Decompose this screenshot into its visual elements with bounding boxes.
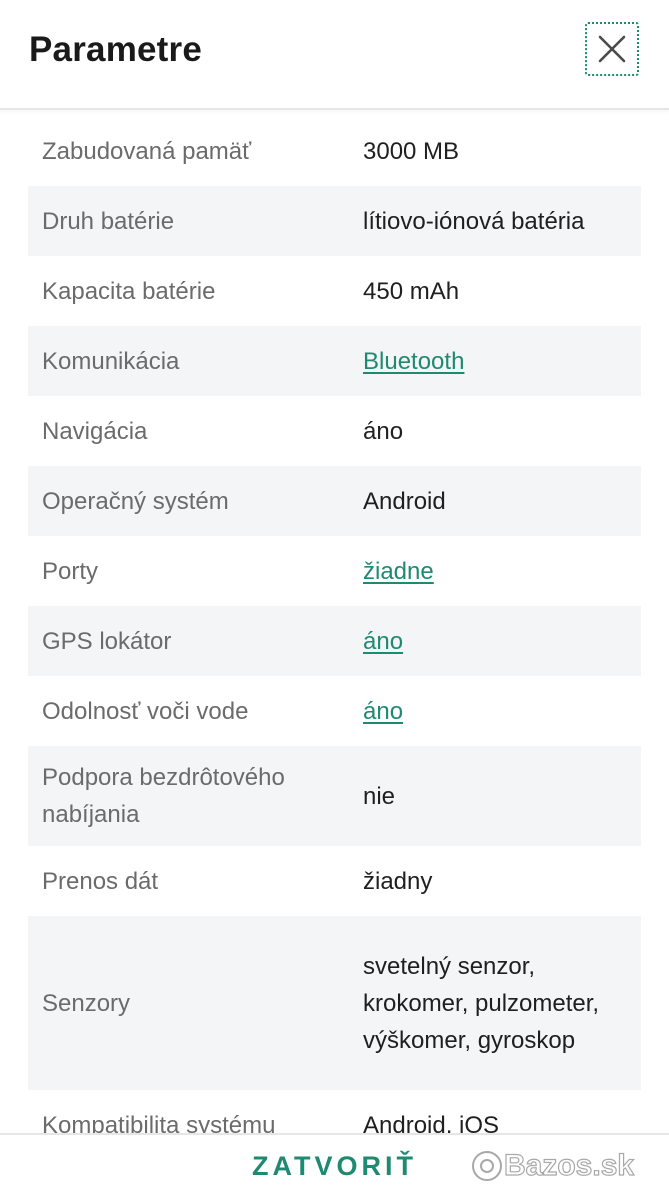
table-row: Navigácia áno [28, 396, 641, 466]
param-label: Kompatibilita systému [42, 1111, 276, 1134]
param-label: Senzory [42, 989, 131, 1017]
param-value: žiadne [348, 553, 641, 590]
param-label: Komunikácia [42, 347, 180, 375]
table-row: Odolnosť voči vode áno [28, 676, 641, 746]
table-row: Druh batérie lítiovo-iónová batéria [28, 186, 641, 256]
param-value: Android, iOS [363, 1111, 500, 1134]
table-row: Prenos dát žiadny [28, 846, 641, 916]
table-row: Kapacita batérie 450 mAh [28, 256, 641, 326]
param-label: Podpora bezdrôtového nabíjania [42, 764, 285, 828]
modal-footer: ZATVORIŤ Bazos.sk [0, 1133, 669, 1202]
param-value: áno [348, 623, 641, 660]
table-row: Operačný systém Android [28, 466, 641, 536]
ports-link[interactable]: žiadne [363, 558, 434, 585]
param-label: GPS lokátor [42, 627, 172, 655]
param-label: Navigácia [42, 417, 148, 445]
param-value: svetelný senzor, krokomer, pulzometer, v… [363, 952, 600, 1054]
param-value: 3000 MB [363, 137, 460, 165]
param-value: žiadny [363, 867, 433, 895]
table-row: Zabudovaná pamäť 3000 MB [28, 116, 641, 186]
close-button[interactable] [585, 22, 639, 76]
modal-header: Parametre [0, 0, 669, 110]
table-row: Podpora bezdrôtového nabíjania nie [28, 746, 641, 846]
gps-link[interactable]: áno [363, 628, 403, 655]
param-value: áno [348, 693, 641, 730]
close-icon [598, 35, 626, 63]
parameters-table: Zabudovaná pamäť 3000 MB Druh batérie lí… [28, 116, 641, 1133]
param-value: lítiovo-iónová batéria [363, 207, 585, 235]
param-label: Operačný systém [42, 487, 229, 515]
table-row: Komunikácia Bluetooth [28, 326, 641, 396]
param-value: Android [363, 487, 446, 515]
at-icon [472, 1151, 502, 1181]
table-row: Kompatibilita systému Android, iOS [28, 1090, 641, 1134]
page-title: Parametre [29, 30, 203, 69]
param-label: Druh batérie [42, 207, 175, 235]
table-row: Porty žiadne [28, 536, 641, 606]
param-label: Kapacita batérie [42, 277, 216, 305]
param-label: Odolnosť voči vode [42, 697, 249, 725]
parameters-scroll-area[interactable]: Zabudovaná pamäť 3000 MB Druh batérie lí… [0, 108, 669, 1133]
param-label: Porty [42, 557, 99, 585]
param-label: Prenos dát [42, 867, 159, 895]
param-value: Bluetooth [348, 343, 641, 380]
watermark: Bazos.sk [470, 1148, 635, 1183]
param-value: 450 mAh [363, 277, 460, 305]
param-value: áno [363, 417, 404, 445]
table-row: GPS lokátor áno [28, 606, 641, 676]
watermark-text: Bazos.sk [503, 1148, 635, 1182]
param-label: Zabudovaná pamäť [42, 137, 252, 165]
bluetooth-link[interactable]: Bluetooth [363, 348, 464, 375]
water-resistance-link[interactable]: áno [363, 698, 403, 725]
param-value: nie [363, 782, 396, 810]
table-row: Senzory svetelný senzor, krokomer, pulzo… [28, 916, 641, 1090]
